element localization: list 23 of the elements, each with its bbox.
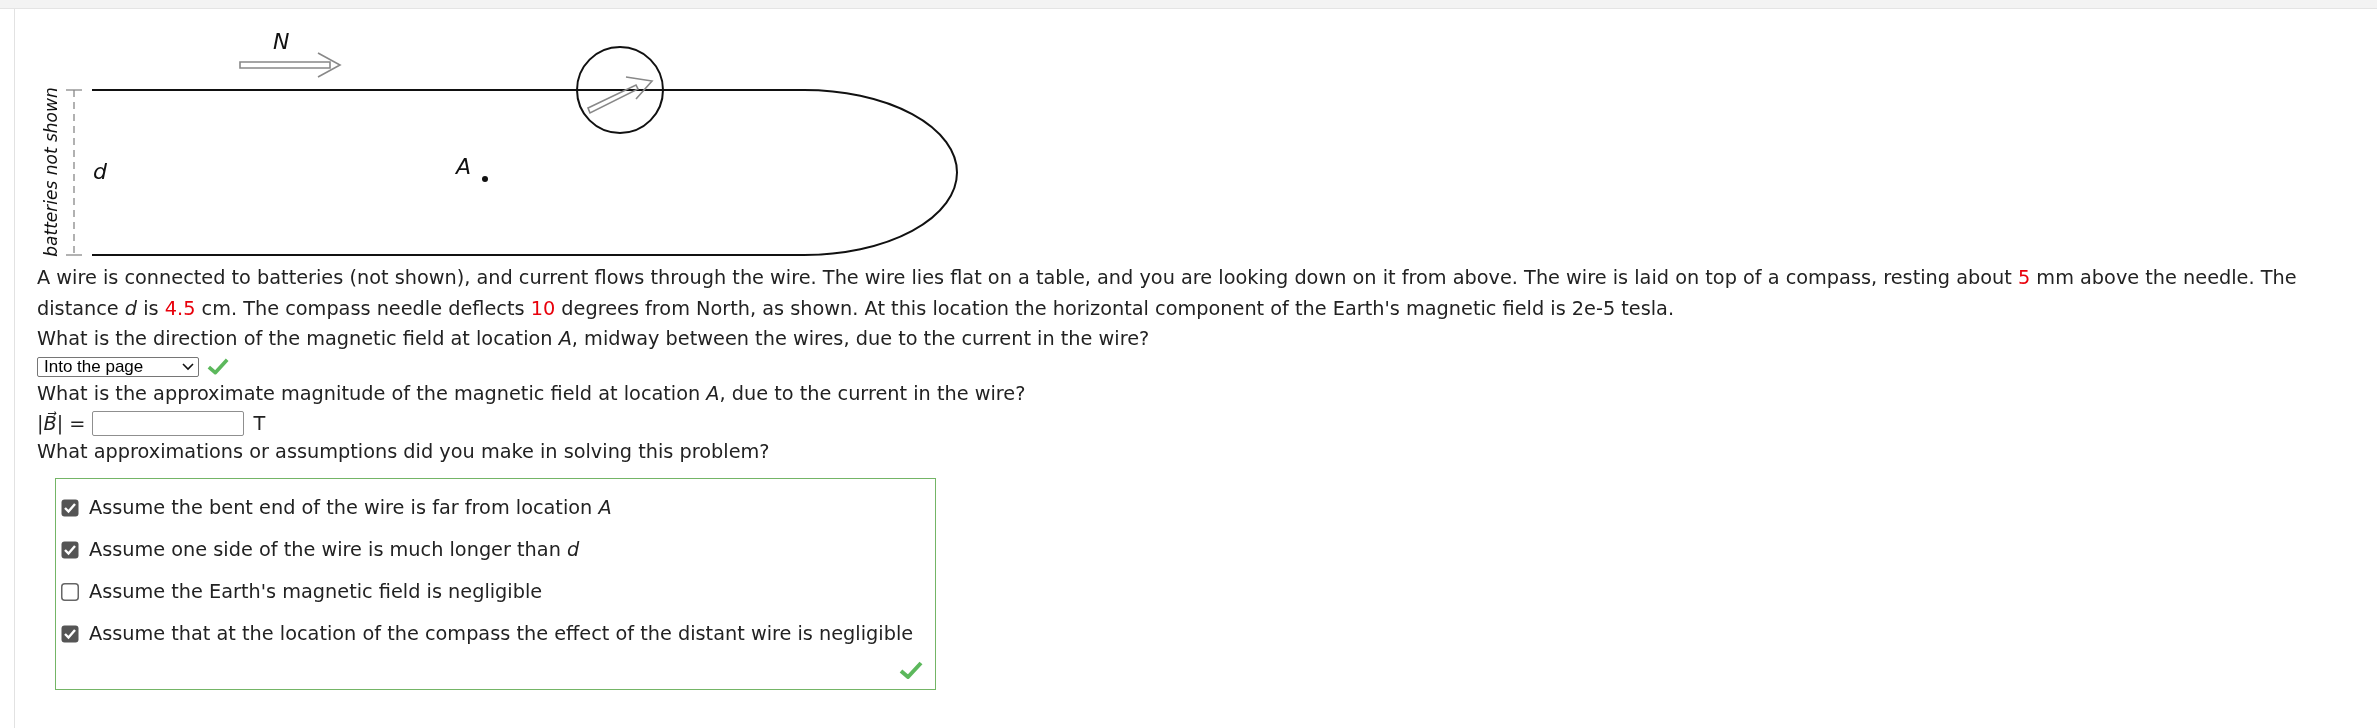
direction-select[interactable]: Into the page xyxy=(37,356,199,377)
unit-label: T xyxy=(253,411,266,435)
question-text: What is the approximate magnitude of the magnetic field at location A, due to the current in the wire? xyxy=(37,380,1027,407)
checkbox[interactable] xyxy=(61,540,79,559)
question-text: What approximations or assumptions did you make in solving this problem? xyxy=(37,439,771,465)
checkbox[interactable] xyxy=(61,498,79,517)
chevron-icon xyxy=(182,362,194,371)
option-label: Assume that at the location of the compass the effect of the distant wire is negligible xyxy=(89,622,914,645)
checkbox[interactable] xyxy=(61,624,79,643)
option-label: Assume one side of the wire is much longer than d xyxy=(89,538,580,561)
field-label: |B⃗| = xyxy=(37,411,86,435)
question-text: What is the direction of the magnetic field at location A, midway between the wires, due to the current in the wire? xyxy=(37,326,1151,352)
distance-label: d xyxy=(93,159,107,184)
option-label: Assume the Earth's magnetic field is negligible xyxy=(89,580,543,603)
point-label: A xyxy=(456,154,472,179)
point-dot xyxy=(482,176,488,182)
checkbox[interactable] xyxy=(61,582,79,601)
needle-arrow xyxy=(586,76,654,115)
magnitude-field[interactable] xyxy=(91,410,244,436)
option-label: Assume the bent end of the wire is far from location A xyxy=(89,496,612,519)
side-label: batteries not shown xyxy=(41,87,61,257)
north-label: N xyxy=(273,29,290,54)
problem-text: A wire is connected to batteries (not shown), and current flows through the wire. The wire lies flat on a table, and you are looking down on it from above. The wire is laid on top of a compass, resting about 5 mm above the needle. The distance dis 4.5 cm. The compass needle deflects 10 degrees from North, as shown. At this location the horizontal component of the Earth's magnetic field is 2e-5 tesla. xyxy=(37,265,2298,322)
